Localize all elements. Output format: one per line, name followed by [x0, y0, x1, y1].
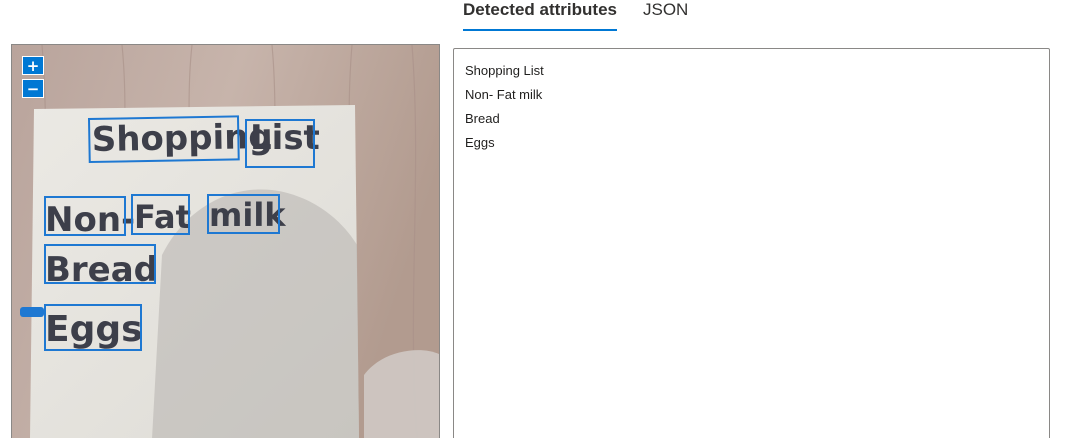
- ocr-demo-page: Detected attributes JSON Shopping List N…: [0, 0, 1091, 438]
- svg-text:List: List: [250, 118, 320, 158]
- result-tabs: Detected attributes JSON: [463, 0, 688, 32]
- detected-line: Eggs: [465, 135, 495, 150]
- svg-text:Fat: Fat: [134, 198, 191, 236]
- svg-text:milk: milk: [209, 196, 286, 234]
- detected-line: Shopping List: [465, 63, 544, 78]
- tab-json[interactable]: JSON: [643, 0, 688, 29]
- tab-detected-attributes[interactable]: Detected attributes: [463, 0, 617, 31]
- detected-line: Non- Fat milk: [465, 87, 543, 102]
- svg-text:Eggs: Eggs: [45, 309, 143, 350]
- detected-lines-list: Shopping List Non- Fat milk Bread Eggs: [465, 59, 1038, 155]
- image-viewer: Shopping List Non- Fat milk Bread Eggs +: [11, 44, 440, 438]
- detected-attributes-panel: Shopping List Non- Fat milk Bread Eggs: [453, 48, 1050, 438]
- scroll-handle[interactable]: [20, 307, 44, 317]
- analyzed-photo: Shopping List Non- Fat milk Bread Eggs: [12, 45, 439, 438]
- zoom-in-button[interactable]: +: [22, 56, 44, 75]
- zoom-out-button[interactable]: −: [22, 79, 44, 98]
- detected-line: Bread: [465, 111, 500, 126]
